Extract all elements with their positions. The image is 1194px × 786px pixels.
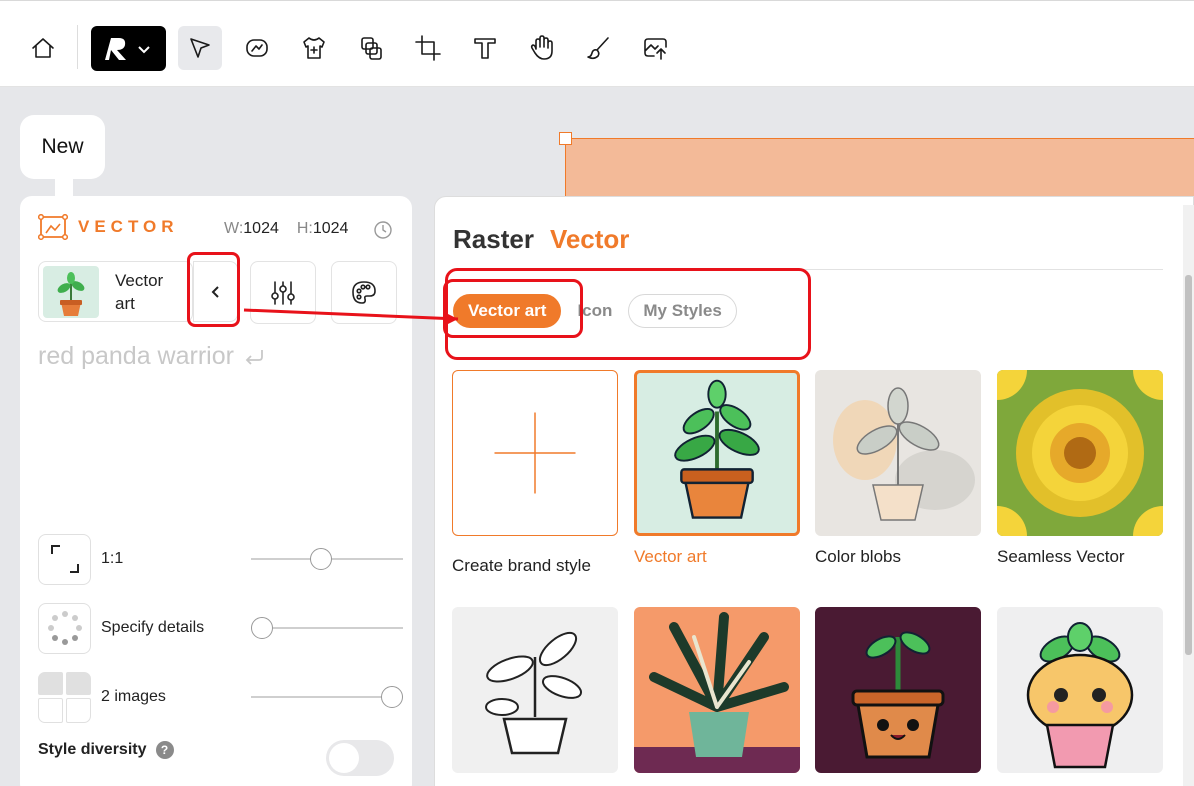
generation-panel: VECTOR W:1024 H:1024 Vector art red pand…: [20, 196, 412, 786]
line-art-tile[interactable]: [452, 607, 618, 773]
width-value[interactable]: 1024: [243, 220, 279, 237]
chip-vector-art[interactable]: Vector art: [453, 294, 562, 328]
tab-divider: [453, 269, 1163, 270]
kawaii-pot-tile[interactable]: [815, 607, 981, 773]
width-key: W:: [224, 220, 244, 237]
chevron-left-icon: [211, 285, 219, 298]
tab-raster[interactable]: Raster: [453, 224, 534, 255]
enter-icon[interactable]: [242, 347, 266, 367]
plus-icon: [494, 412, 576, 494]
chip-icon[interactable]: Icon: [571, 294, 619, 328]
detail-label: Specify details: [101, 619, 205, 636]
aspect-ratio-row: 1:1: [38, 533, 403, 585]
new-tab[interactable]: New: [20, 115, 105, 179]
toolbar-divider: [77, 25, 78, 69]
style-diversity-row: Style diversity ?: [38, 741, 174, 759]
color-blobs-tile[interactable]: [815, 370, 981, 536]
resize-handle[interactable]: [559, 132, 572, 145]
height-value[interactable]: 1024: [313, 220, 349, 237]
chevron-down-icon: [138, 45, 150, 53]
export-image-icon[interactable]: [634, 26, 678, 70]
aspect-ratio-icon[interactable]: [38, 533, 91, 585]
tile-label: Vector art: [634, 547, 707, 566]
style-name: Vector art: [115, 270, 164, 313]
image-count-icon[interactable]: [38, 671, 91, 723]
prompt-input[interactable]: red panda warrior: [38, 342, 266, 371]
detail-row: Specify details: [38, 602, 403, 654]
dimensions: W:1024 H:1024: [224, 220, 348, 238]
help-icon[interactable]: ?: [155, 741, 174, 759]
brand-logo-icon: [105, 37, 126, 60]
text-tool-icon[interactable]: [463, 26, 507, 70]
tile-label: Color blobs: [815, 547, 901, 566]
cute-plant-tile[interactable]: [997, 607, 1163, 773]
color-palette-button[interactable]: [331, 261, 397, 324]
tile-label: Create brand style: [452, 556, 591, 575]
slider-knob[interactable]: [309, 548, 332, 570]
details-dots-icon[interactable]: [38, 602, 91, 654]
chip-my-styles[interactable]: My Styles: [628, 294, 737, 328]
crop-icon[interactable]: [406, 26, 450, 70]
mockup-shirt-icon[interactable]: [292, 26, 336, 70]
generate-image-icon[interactable]: [235, 26, 279, 70]
height-key: H:: [296, 220, 313, 237]
create-brand-style-tile[interactable]: [452, 370, 618, 536]
image-count-label: 2 images: [101, 688, 166, 705]
canvas-artboard[interactable]: [565, 138, 1194, 198]
tile-label: Seamless Vector: [997, 547, 1125, 566]
sliders-icon: [271, 280, 295, 305]
tab-vector[interactable]: Vector: [550, 224, 630, 255]
vector-mode-icon: [38, 214, 68, 240]
palette-icon: [352, 280, 376, 304]
brush-icon[interactable]: [577, 26, 621, 70]
mode-title: VECTOR: [78, 217, 179, 236]
top-toolbar: [0, 0, 1194, 87]
image-count-slider[interactable]: [251, 686, 403, 708]
prompt-text: red panda warrior: [38, 342, 234, 370]
aspect-ratio-slider[interactable]: [251, 548, 403, 570]
vector-art-tile[interactable]: [634, 370, 800, 536]
style-diversity-toggle[interactable]: [326, 740, 394, 776]
new-tab-label: New: [41, 135, 84, 158]
style-diversity-label: Style diversity: [38, 741, 147, 758]
image-count-row: 2 images: [38, 671, 403, 723]
collapse-styles-button[interactable]: [193, 261, 238, 322]
adjustments-button[interactable]: [250, 261, 316, 324]
slider-knob[interactable]: [381, 686, 403, 708]
seamless-vector-tile[interactable]: [997, 370, 1163, 536]
current-style-card[interactable]: Vector art: [38, 261, 193, 322]
hand-tool-icon[interactable]: [520, 26, 564, 70]
style-thumbnail: [43, 265, 99, 318]
logo-menu-button[interactable]: [91, 26, 166, 71]
home-icon[interactable]: [21, 26, 65, 70]
select-tool-icon[interactable]: [178, 26, 222, 70]
tropical-plant-tile[interactable]: [634, 607, 800, 773]
detail-slider[interactable]: [251, 617, 403, 639]
layers-icon[interactable]: [349, 26, 393, 70]
history-clock-icon[interactable]: [373, 220, 393, 240]
scrollbar-thumb[interactable]: [1185, 275, 1192, 655]
slider-knob[interactable]: [251, 617, 273, 639]
aspect-ratio-label: 1:1: [101, 550, 124, 567]
